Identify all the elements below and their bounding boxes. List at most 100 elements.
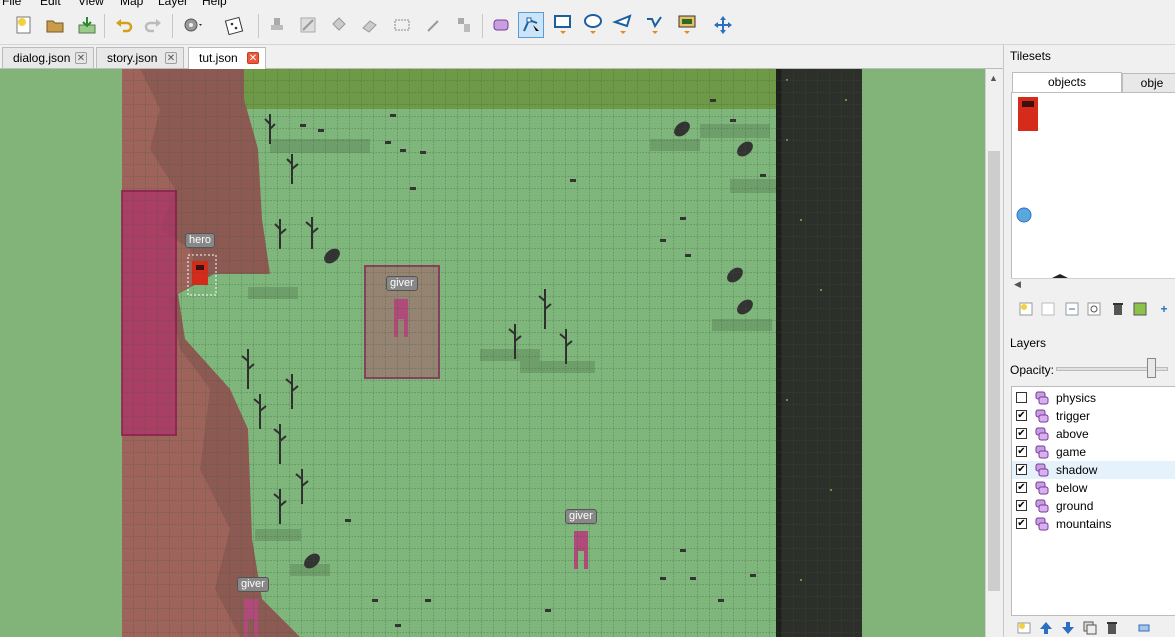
move-layer-up-icon[interactable] (1038, 620, 1054, 636)
insert-ellipse-icon[interactable] (580, 12, 606, 38)
insert-polyline-icon[interactable] (642, 12, 668, 38)
menu-file[interactable]: File (2, 0, 21, 8)
object-layer-icon (1034, 408, 1050, 424)
delete-layer-icon[interactable] (1104, 620, 1120, 636)
menu-layer[interactable]: Layer (158, 0, 188, 8)
bucket-fill-icon[interactable] (326, 12, 352, 38)
layer-list: physics ✔ trigger ✔ above ✔ game ✔ shadow ✔ below ✔… (1011, 386, 1175, 616)
scroll-left-icon[interactable]: ◀ (1014, 279, 1021, 290)
duplicate-layer-icon[interactable] (1082, 620, 1098, 636)
layer-row-game[interactable]: ✔ game (1012, 443, 1175, 461)
tab-tut-json[interactable]: tut.json ✕ (188, 47, 266, 69)
right-panel: Tilesets objects obje ◀ + Layers Opacity… (1003, 45, 1175, 637)
opacity-slider-handle[interactable] (1147, 358, 1156, 378)
commands-gear-icon[interactable] (180, 12, 206, 38)
layer-row-mountains[interactable]: ✔ mountains (1012, 515, 1175, 533)
layer-name: game (1056, 445, 1087, 459)
menu-help[interactable]: Help (202, 0, 227, 8)
scroll-up-icon[interactable]: ▲ (989, 73, 998, 83)
map-canvas[interactable]: hero giver giver giver (0, 69, 985, 637)
scrollbar-thumb[interactable] (988, 151, 1000, 591)
move-icon[interactable] (710, 12, 736, 38)
tileset-properties-icon[interactable] (1086, 301, 1102, 317)
new-layer-icon[interactable] (1016, 620, 1032, 636)
tab-story-json[interactable]: story.json ✕ (96, 47, 184, 68)
tab-objects[interactable]: objects (1012, 72, 1122, 92)
tileset-horizontal-scrollbar[interactable]: ◀ (1011, 278, 1175, 293)
menu-map[interactable]: Map (120, 0, 143, 8)
object-layer-icon (1034, 516, 1050, 532)
layer-row-ground[interactable]: ✔ ground (1012, 497, 1175, 515)
giver-label: giver (386, 276, 418, 291)
export-tileset-icon[interactable] (1064, 301, 1080, 317)
magic-wand-icon[interactable] (421, 12, 447, 38)
undo-icon[interactable] (111, 12, 137, 38)
eraser-icon[interactable] (357, 12, 383, 38)
main-toolbar (0, 8, 1175, 45)
object-layer-icon (1034, 462, 1050, 478)
add-icon[interactable]: + (1156, 301, 1172, 317)
layer-properties-icon[interactable] (1136, 620, 1152, 636)
insert-polygon-icon[interactable] (610, 12, 636, 38)
layer-name: shadow (1056, 463, 1098, 477)
move-layer-down-icon[interactable] (1060, 620, 1076, 636)
tab-label: story.json (107, 51, 158, 65)
layer-name: ground (1056, 499, 1094, 513)
layer-row-below[interactable]: ✔ below (1012, 479, 1175, 497)
layer-visibility-checkbox[interactable]: ✔ (1016, 464, 1027, 475)
terrain-brush-icon[interactable] (295, 12, 321, 38)
close-icon[interactable]: ✕ (165, 52, 177, 64)
layer-visibility-checkbox[interactable]: ✔ (1016, 518, 1027, 529)
tab-objects-2[interactable]: obje (1122, 73, 1175, 93)
layer-visibility-checkbox[interactable]: ✔ (1016, 410, 1027, 421)
layer-visibility-checkbox[interactable]: ✔ (1016, 446, 1027, 457)
random-dice-icon[interactable] (222, 12, 248, 38)
object-layer-icon (1034, 480, 1050, 496)
layer-name: below (1056, 481, 1088, 495)
save-icon[interactable] (74, 12, 100, 38)
insert-rectangle-icon[interactable] (550, 12, 576, 38)
edit-terrain-icon[interactable] (1132, 301, 1148, 317)
layer-visibility-checkbox[interactable]: ✔ (1016, 482, 1027, 493)
stamp-brush-icon[interactable] (264, 12, 290, 38)
new-map-icon[interactable] (11, 12, 37, 38)
import-tileset-icon[interactable] (1040, 301, 1056, 317)
object-layer-icon (1034, 390, 1050, 406)
opacity-label: Opacity: (1010, 363, 1055, 377)
vertical-scrollbar[interactable]: ▲ (985, 69, 1002, 637)
delete-tileset-icon[interactable] (1110, 301, 1126, 317)
redo-icon[interactable] (140, 12, 166, 38)
layer-visibility-checkbox[interactable]: ✔ (1016, 500, 1027, 511)
layer-visibility-checkbox[interactable]: ✔ (1016, 428, 1027, 439)
tileset-view[interactable] (1011, 92, 1175, 292)
layer-visibility-checkbox[interactable] (1016, 392, 1027, 403)
tab-dialog-json[interactable]: dialog.json ✕ (2, 47, 94, 68)
close-icon[interactable]: ✕ (75, 52, 87, 64)
object-layer-icon (1034, 498, 1050, 514)
layer-row-physics[interactable]: physics (1012, 389, 1175, 407)
rect-select-icon[interactable] (389, 12, 415, 38)
close-icon[interactable]: ✕ (247, 52, 259, 64)
layer-name: physics (1056, 391, 1097, 405)
edit-polygons-icon[interactable] (518, 12, 544, 38)
layer-row-trigger[interactable]: ✔ trigger (1012, 407, 1175, 425)
tilesets-title: Tilesets (1010, 49, 1051, 63)
select-objects-icon[interactable] (488, 12, 514, 38)
select-same-tile-icon[interactable] (451, 12, 477, 38)
menu-view[interactable]: View (78, 0, 104, 8)
layer-name: trigger (1056, 409, 1091, 423)
open-folder-icon[interactable] (42, 12, 68, 38)
layer-row-shadow[interactable]: ✔ shadow (1012, 461, 1175, 479)
layer-name: above (1056, 427, 1089, 441)
tab-label: tut.json (199, 51, 238, 65)
insert-tile-icon[interactable] (674, 12, 700, 38)
hero-label: hero (185, 233, 216, 248)
giver-label: giver (565, 509, 597, 524)
layer-row-above[interactable]: ✔ above (1012, 425, 1175, 443)
tileset-preview (1016, 97, 1068, 278)
new-tileset-icon[interactable] (1018, 301, 1034, 317)
menu-edit[interactable]: Edit (40, 0, 61, 8)
tab-label: dialog.json (13, 51, 71, 65)
object-layer-icon (1034, 444, 1050, 460)
layers-title: Layers (1010, 336, 1047, 350)
